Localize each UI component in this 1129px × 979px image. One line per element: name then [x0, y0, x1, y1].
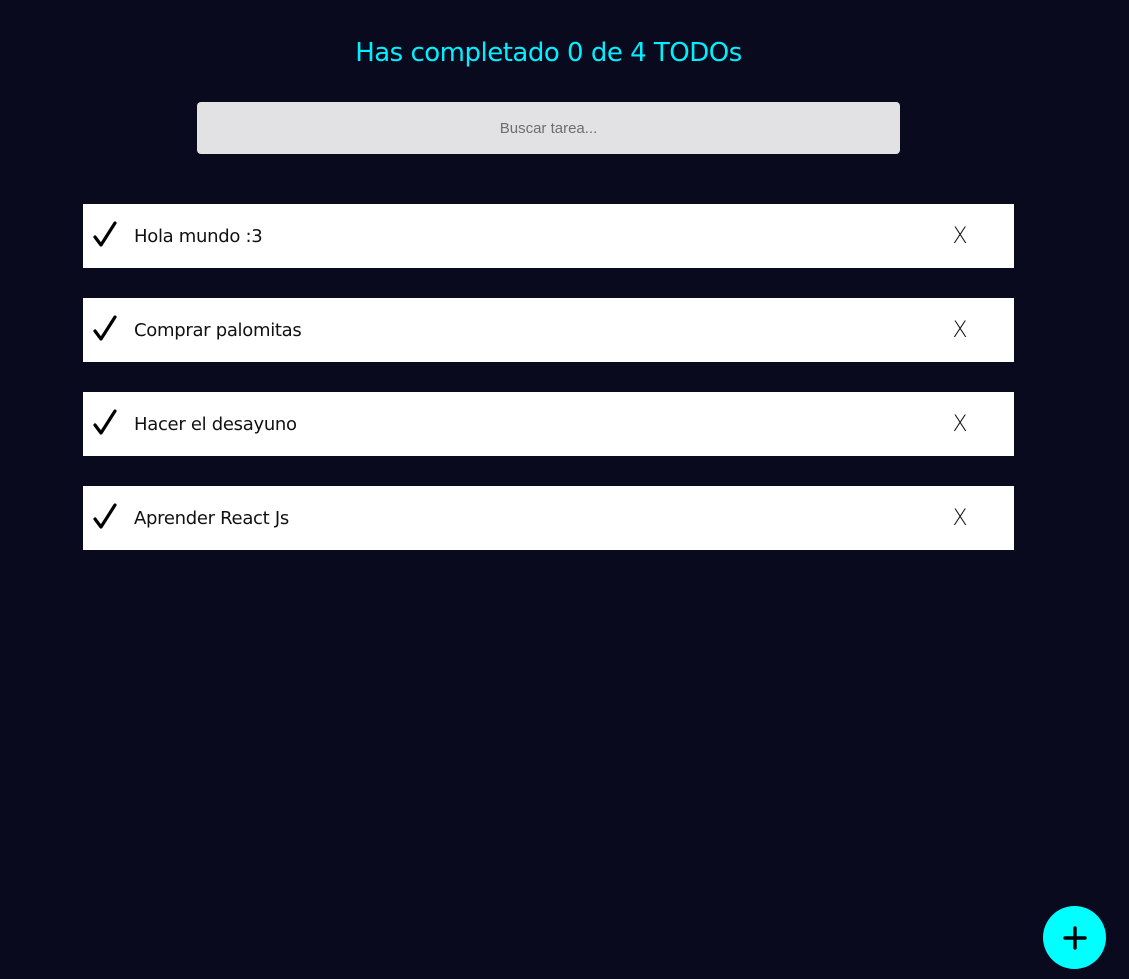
todo-item: Aprender React Js X [83, 486, 1014, 550]
add-todo-button[interactable] [1043, 906, 1106, 969]
check-icon[interactable] [92, 218, 118, 252]
check-icon[interactable] [92, 312, 118, 346]
close-icon[interactable]: X [950, 412, 970, 437]
todo-text: Aprender React Js [134, 507, 289, 529]
plus-icon [1062, 925, 1087, 950]
todo-text: Hola mundo :3 [134, 225, 263, 247]
close-icon[interactable]: X [950, 224, 970, 249]
todo-app: Has completado 0 de 4 TODOs Hola mundo :… [0, 0, 1129, 979]
todo-item: Hola mundo :3 X [83, 204, 1014, 268]
search-input[interactable] [197, 102, 900, 154]
todo-counter: Has completado 0 de 4 TODOs [355, 38, 742, 68]
check-icon[interactable] [92, 406, 118, 440]
todo-list: Hola mundo :3 X Comprar palomitas X Hace… [83, 204, 1014, 580]
close-icon[interactable]: X [950, 506, 970, 531]
todo-item: Comprar palomitas X [83, 298, 1014, 362]
todo-text: Comprar palomitas [134, 319, 302, 341]
todo-item: Hacer el desayuno X [83, 392, 1014, 456]
todo-text: Hacer el desayuno [134, 413, 297, 435]
check-icon[interactable] [92, 500, 118, 534]
close-icon[interactable]: X [950, 318, 970, 343]
